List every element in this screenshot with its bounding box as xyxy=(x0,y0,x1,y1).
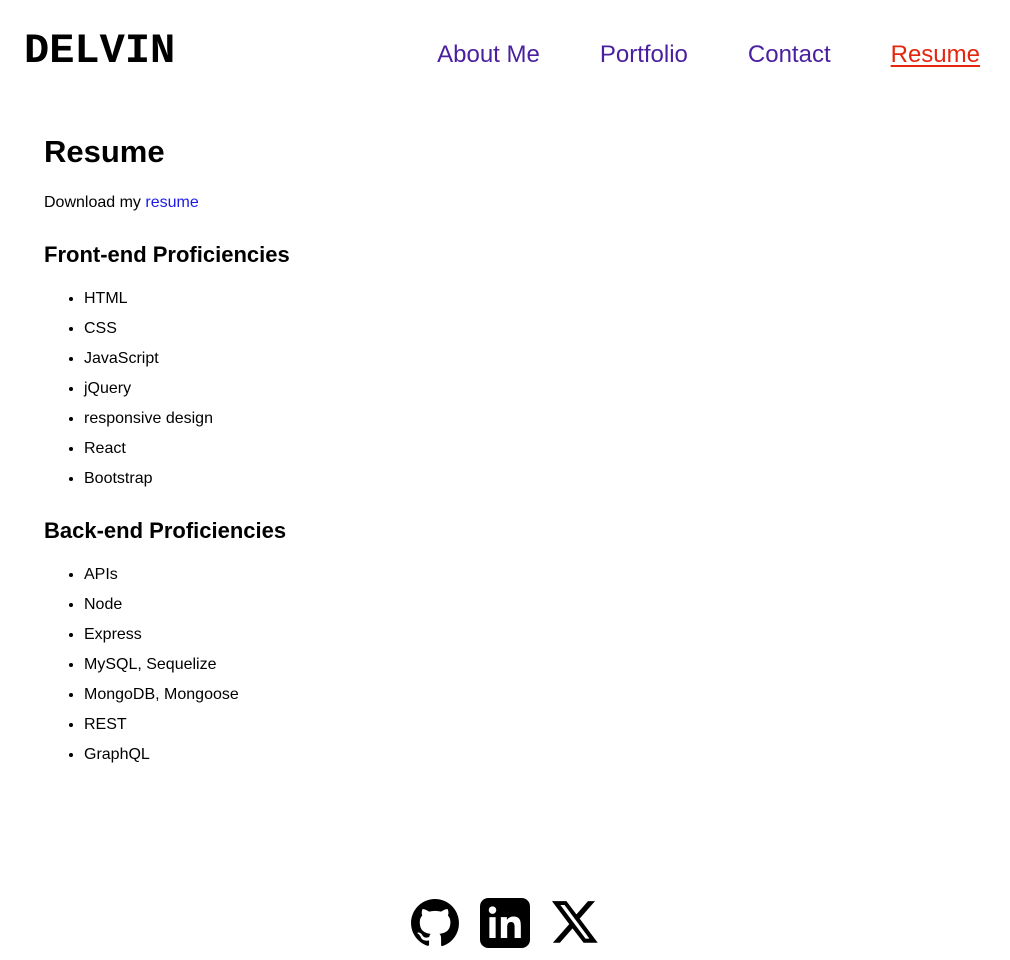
list-item: MongoDB, Mongoose xyxy=(84,680,964,710)
list-item: jQuery xyxy=(84,374,964,404)
main-nav: About Me Portfolio Contact Resume xyxy=(437,38,980,72)
nav-contact[interactable]: Contact xyxy=(748,38,831,72)
list-item: JavaScript xyxy=(84,344,964,374)
nav-portfolio[interactable]: Portfolio xyxy=(600,38,688,72)
section-heading-backend: Back-end Proficiencies xyxy=(44,518,287,543)
backend-skill-list: APIs Node Express MySQL, Sequelize Mongo… xyxy=(44,560,964,770)
social-footer xyxy=(0,898,1010,948)
download-prefix: Download my xyxy=(44,194,146,211)
list-item: REST xyxy=(84,710,964,740)
list-item: responsive design xyxy=(84,404,964,434)
section-heading-frontend: Front-end Proficiencies xyxy=(44,242,290,267)
linkedin-icon[interactable] xyxy=(480,898,530,948)
list-item: MySQL, Sequelize xyxy=(84,650,964,680)
nav-about-me[interactable]: About Me xyxy=(437,38,540,72)
site-header: DELVIN About Me Portfolio Contact Resume xyxy=(0,0,1010,100)
list-item: Express xyxy=(84,620,964,650)
list-item: GraphQL xyxy=(84,740,964,770)
list-item: CSS xyxy=(84,314,964,344)
list-item: HTML xyxy=(84,284,964,314)
list-item: Bootstrap xyxy=(84,464,964,494)
resume-download-link[interactable]: resume xyxy=(145,194,198,211)
main-content: Resume Download my resume Front-end Prof… xyxy=(44,130,964,792)
list-item: Node xyxy=(84,590,964,620)
download-line: Download my resume xyxy=(44,190,964,216)
page-title: Resume xyxy=(44,134,165,169)
x-twitter-icon[interactable] xyxy=(550,898,600,948)
list-item: React xyxy=(84,434,964,464)
frontend-skill-list: HTML CSS JavaScript jQuery responsive de… xyxy=(44,284,964,494)
nav-resume[interactable]: Resume xyxy=(891,38,980,72)
list-item: APIs xyxy=(84,560,964,590)
github-icon[interactable] xyxy=(410,898,460,948)
site-logo[interactable]: DELVIN xyxy=(24,28,175,74)
